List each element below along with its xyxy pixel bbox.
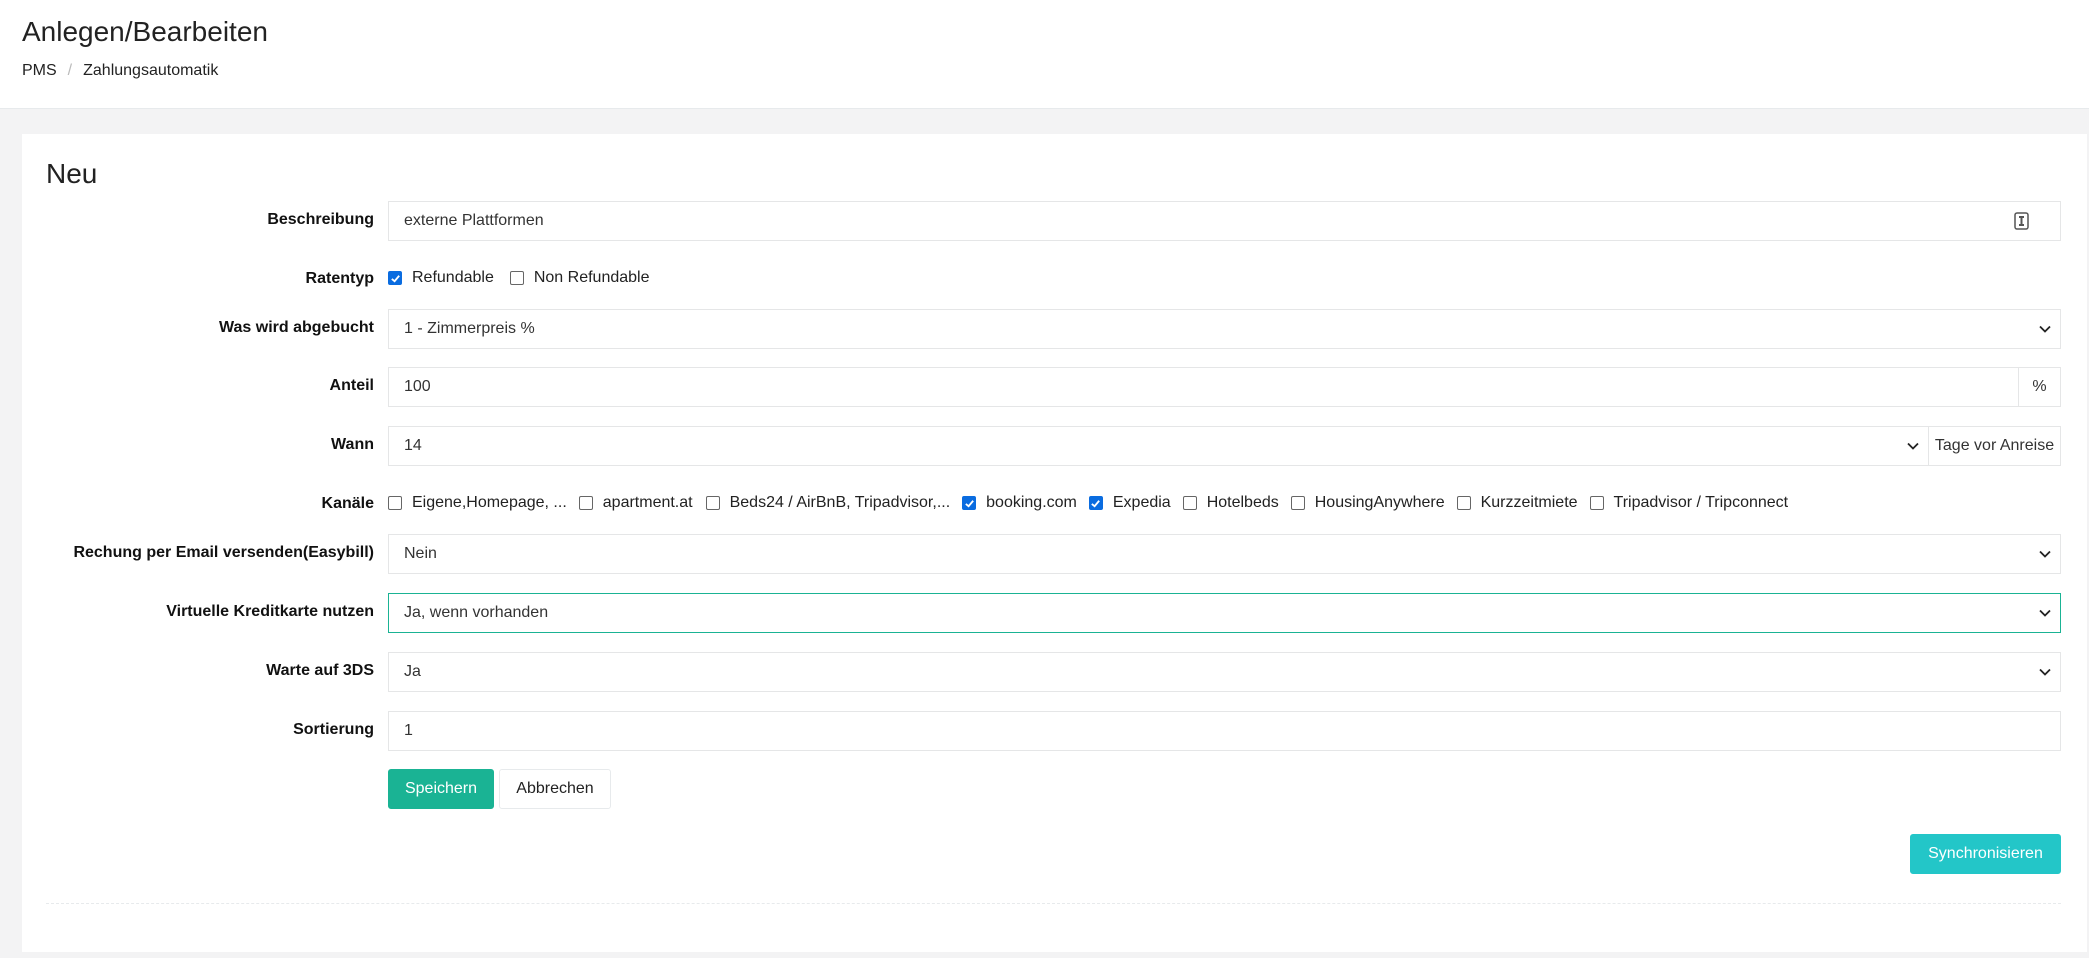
- wann-value: 14: [404, 437, 422, 454]
- abgebucht-label: Was wird abgebucht: [219, 319, 374, 336]
- wann-select[interactable]: 14: [388, 426, 1929, 466]
- page-header: Anlegen/Bearbeiten PMS / Zahlungsautomat…: [0, 0, 2089, 109]
- dreids-label: Warte auf 3DS: [266, 662, 374, 679]
- ratentyp-group: Refundable Non Refundable: [388, 269, 649, 287]
- anteil-input[interactable]: 100: [388, 367, 2019, 407]
- ratentyp-non-refundable[interactable]: Non Refundable: [509, 269, 650, 287]
- kanal-expedia[interactable]: Expedia: [1088, 494, 1171, 512]
- kanal-checkbox[interactable]: [1182, 496, 1197, 510]
- kanal-label: booking.com: [986, 494, 1077, 511]
- sortierung-input[interactable]: 1: [388, 711, 2061, 751]
- ratentyp-refundable[interactable]: Refundable: [388, 269, 494, 287]
- save-button[interactable]: Speichern: [388, 769, 494, 809]
- kanal-label: apartment.at: [602, 494, 693, 511]
- kanal-checkbox[interactable]: [1088, 496, 1103, 510]
- kanal-eigene-homepage[interactable]: Eigene,Homepage, ...: [388, 494, 567, 512]
- beschreibung-label: Beschreibung: [267, 211, 374, 228]
- anteil-addon: %: [2018, 367, 2061, 407]
- kanal-tripadvisor-tripconnect[interactable]: Tripadvisor / Tripconnect: [1589, 494, 1789, 512]
- dreids-value: Ja: [404, 663, 421, 680]
- email-value: Nein: [404, 545, 437, 562]
- sortierung-value: 1: [404, 722, 413, 739]
- ratentyp-label: Ratentyp: [305, 270, 374, 287]
- chevron-down-icon: [2039, 325, 2051, 333]
- kanal-checkbox[interactable]: [388, 496, 402, 510]
- form-title: Neu: [46, 158, 98, 189]
- divider: [46, 903, 2061, 904]
- chevron-down-icon: [1907, 442, 1919, 450]
- kanal-housinganywhere[interactable]: HousingAnywhere: [1290, 494, 1445, 512]
- breadcrumb: PMS / Zahlungsautomatik: [22, 62, 218, 80]
- kreditkarte-label: Virtuelle Kreditkarte nutzen: [166, 603, 374, 620]
- kanal-checkbox[interactable]: [1456, 496, 1471, 510]
- kanal-label: Beds24 / AirBnB, Tripadvisor,...: [729, 494, 951, 511]
- kanal-label: Tripadvisor / Tripconnect: [1613, 494, 1789, 511]
- dreids-select[interactable]: Ja: [388, 652, 2061, 692]
- email-select[interactable]: Nein: [388, 534, 2061, 574]
- kreditkarte-select[interactable]: Ja, wenn vorhanden: [388, 593, 2061, 633]
- kanal-label: Expedia: [1112, 494, 1171, 511]
- non-refundable-checkbox[interactable]: [509, 271, 524, 285]
- wann-label: Wann: [331, 436, 374, 453]
- chevron-down-icon: [2039, 668, 2051, 676]
- beschreibung-input[interactable]: externe Plattformen: [388, 201, 2061, 241]
- sync-button[interactable]: Synchronisieren: [1910, 834, 2061, 874]
- kanaele-group: Eigene,Homepage, ... apartment.at Beds24…: [388, 494, 1788, 512]
- abgebucht-value: 1 - Zimmerpreis %: [404, 320, 535, 337]
- kanal-label: Eigene,Homepage, ...: [412, 494, 567, 511]
- cancel-button[interactable]: Abbrechen: [499, 769, 611, 809]
- chevron-down-icon: [2039, 550, 2051, 558]
- kanal-checkbox[interactable]: [705, 496, 720, 510]
- kanal-hotelbeds[interactable]: Hotelbeds: [1182, 494, 1279, 512]
- beschreibung-value: externe Plattformen: [404, 212, 544, 229]
- sortierung-label: Sortierung: [293, 721, 374, 738]
- page-title: Anlegen/Bearbeiten: [22, 16, 268, 47]
- kanal-checkbox[interactable]: [962, 496, 977, 510]
- kanal-label: Kurzzeitmiete: [1480, 494, 1578, 511]
- chevron-down-icon: [2039, 609, 2051, 617]
- kanal-checkbox[interactable]: [1290, 496, 1305, 510]
- anteil-value: 100: [404, 378, 431, 395]
- kanal-beds24[interactable]: Beds24 / AirBnB, Tripadvisor,...: [705, 494, 951, 512]
- form-card: Neu Beschreibung externe Plattformen Rat…: [22, 134, 2087, 952]
- refundable-label: Refundable: [412, 269, 494, 286]
- kanal-label: HousingAnywhere: [1314, 494, 1445, 511]
- kanal-checkbox[interactable]: [1589, 496, 1604, 510]
- kanal-kurzzeitmiete[interactable]: Kurzzeitmiete: [1456, 494, 1578, 512]
- kanal-apartment-at[interactable]: apartment.at: [578, 494, 693, 512]
- anteil-label: Anteil: [329, 377, 374, 394]
- refundable-checkbox[interactable]: [388, 271, 402, 285]
- breadcrumb-item-zahlungsautomatik: Zahlungsautomatik: [83, 62, 219, 79]
- kanal-booking-com[interactable]: booking.com: [962, 494, 1077, 512]
- non-refundable-label: Non Refundable: [533, 269, 650, 286]
- breadcrumb-separator: /: [67, 62, 73, 79]
- kreditkarte-value: Ja, wenn vorhanden: [404, 604, 549, 621]
- kanal-checkbox[interactable]: [578, 496, 593, 510]
- password-manager-icon[interactable]: [2014, 212, 2030, 230]
- kanal-label: Hotelbeds: [1206, 494, 1279, 511]
- breadcrumb-item-pms[interactable]: PMS: [22, 62, 57, 80]
- email-label: Rechung per Email versenden(Easybill): [73, 544, 374, 561]
- kanaele-label: Kanäle: [321, 495, 374, 512]
- abgebucht-select[interactable]: 1 - Zimmerpreis %: [388, 309, 2061, 349]
- wann-addon: Tage vor Anreise: [1928, 426, 2061, 466]
